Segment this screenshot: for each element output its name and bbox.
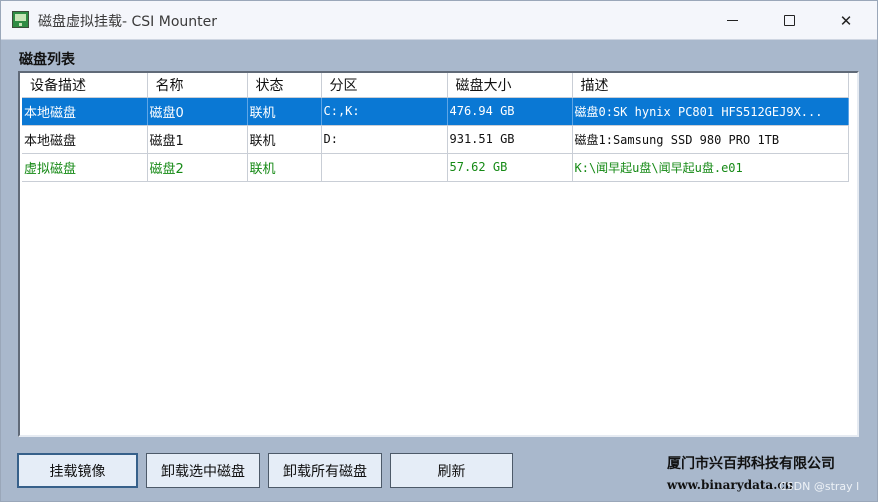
watermark: CSDN @stray l <box>779 480 860 493</box>
cell-name: 磁盘2 <box>147 153 248 182</box>
cell-size: 476.94 GB <box>447 97 573 126</box>
column-header-device[interactable]: 设备描述 <box>22 73 148 98</box>
minimize-button[interactable] <box>705 1 759 40</box>
table-row[interactable]: 虚拟磁盘 磁盘2 联机 57.62 GB K:\闻早起u盘\闻早起u盘.e01 <box>22 153 849 182</box>
table-row[interactable]: 本地磁盘 磁盘1 联机 D: 931.51 GB 磁盘1:Samsung SSD… <box>22 125 849 154</box>
disk-list[interactable]: 设备描述 名称 状态 分区 磁盘大小 描述 本地磁盘 磁盘0 联机 C:,K: … <box>18 71 859 437</box>
cell-status: 联机 <box>247 153 322 182</box>
cell-status: 联机 <box>247 97 322 126</box>
maximize-icon <box>783 15 795 26</box>
window-title: 磁盘虚拟挂载- CSI Mounter <box>38 14 217 30</box>
cell-partition: C:,K: <box>321 97 448 126</box>
app-icon <box>12 11 29 28</box>
unmount-all-button[interactable]: 卸载所有磁盘 <box>268 453 382 488</box>
disk-list-title: 磁盘列表 <box>19 52 75 68</box>
cell-size: 57.62 GB <box>447 153 573 182</box>
column-header-name[interactable]: 名称 <box>147 73 248 98</box>
cell-status: 联机 <box>247 125 322 154</box>
column-header-partition[interactable]: 分区 <box>321 73 448 98</box>
cell-size: 931.51 GB <box>447 125 573 154</box>
cell-device: 本地磁盘 <box>22 97 148 126</box>
minimize-icon <box>726 20 738 21</box>
main-window: 磁盘虚拟挂载- CSI Mounter ✕ 磁盘列表 设备描述 名称 状态 分区… <box>0 0 878 502</box>
company-name: 厦门市兴百邦科技有限公司 <box>667 456 835 472</box>
cell-desc: 磁盘0:SK hynix PC801 HFS512GEJ9X... <box>572 97 849 126</box>
maximize-button[interactable] <box>762 1 816 40</box>
cell-name: 磁盘1 <box>147 125 248 154</box>
cell-name: 磁盘0 <box>147 97 248 126</box>
company-website: www.binarydata.cn <box>667 478 794 492</box>
disk-table: 设备描述 名称 状态 分区 磁盘大小 描述 本地磁盘 磁盘0 联机 C:,K: … <box>22 73 849 182</box>
title-bar[interactable]: 磁盘虚拟挂载- CSI Mounter ✕ <box>1 1 877 40</box>
close-button[interactable]: ✕ <box>819 1 873 40</box>
cell-device: 虚拟磁盘 <box>22 153 148 182</box>
cell-desc: K:\闻早起u盘\闻早起u盘.e01 <box>572 153 849 182</box>
table-header-row: 设备描述 名称 状态 分区 磁盘大小 描述 <box>22 73 849 98</box>
column-header-size[interactable]: 磁盘大小 <box>447 73 573 98</box>
unmount-selected-button[interactable]: 卸载选中磁盘 <box>146 453 260 488</box>
column-header-desc[interactable]: 描述 <box>572 73 849 98</box>
close-icon: ✕ <box>839 11 853 30</box>
cell-desc: 磁盘1:Samsung SSD 980 PRO 1TB <box>572 125 849 154</box>
cell-device: 本地磁盘 <box>22 125 148 154</box>
table-row[interactable]: 本地磁盘 磁盘0 联机 C:,K: 476.94 GB 磁盘0:SK hynix… <box>22 97 849 126</box>
mount-image-button[interactable]: 挂载镜像 <box>17 453 138 488</box>
column-header-status[interactable]: 状态 <box>247 73 322 98</box>
refresh-button[interactable]: 刷新 <box>390 453 513 488</box>
cell-partition <box>321 153 448 182</box>
cell-partition: D: <box>321 125 448 154</box>
